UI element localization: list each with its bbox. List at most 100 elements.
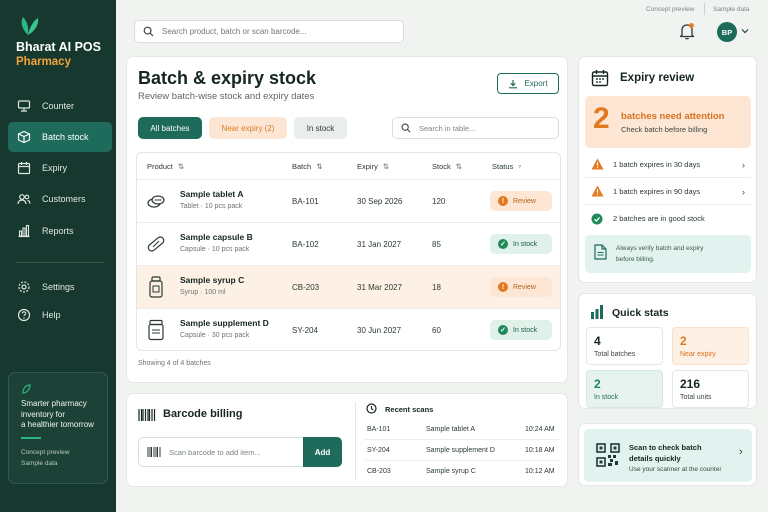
verify-note-line: Always verify batch and expiry	[616, 245, 704, 252]
attention-count: 2	[593, 102, 610, 135]
export-label: Export	[524, 79, 548, 88]
capsule-icon	[147, 236, 165, 252]
sort-icon: ⇅	[455, 161, 463, 171]
table-row[interactable]: Sample capsule B Capsule · 10 pcs pack B…	[137, 222, 560, 265]
help-icon	[16, 307, 32, 323]
sort-icon: ⇅	[382, 161, 390, 171]
status-label: In stock	[513, 240, 538, 248]
expiry-item-text: 1 batch expires in 90 days	[613, 186, 701, 196]
sidebar-item-help[interactable]: Help	[8, 300, 112, 330]
box-icon	[16, 129, 32, 145]
expiry-cell: 30 Sep 2026	[357, 197, 403, 206]
product-desc: Capsule · 30 pcs pack	[180, 332, 250, 339]
search-icon	[401, 123, 411, 133]
warning-icon	[590, 157, 604, 171]
scan-check-card[interactable]: Scan to check batch details quickly Use …	[578, 423, 757, 486]
status-label: In stock	[513, 326, 538, 334]
scan-check-subtext: Use your scanner at the counter	[629, 466, 722, 473]
column-header-expiry[interactable]: Expiry ⇅	[357, 153, 389, 179]
sidebar-item-expiry[interactable]: Expiry	[8, 153, 112, 183]
sidebar-item-reports[interactable]: Reports	[8, 216, 112, 246]
expiry-review-title: Expiry review	[620, 72, 695, 84]
expiry-item: 2 batches are in good stock	[585, 205, 751, 232]
expiry-item[interactable]: 1 batch expires in 90 days ›	[585, 178, 751, 205]
sidebar-item-settings[interactable]: Settings	[8, 272, 112, 302]
stock-cell: 60	[432, 326, 441, 335]
page-subtitle: Review batch-wise stock and expiry dates	[138, 91, 315, 102]
batch-cell: BA-101	[292, 197, 319, 206]
sidebar-item-counter[interactable]: Counter	[8, 91, 112, 121]
chart-icon	[16, 223, 32, 239]
export-button[interactable]: Export	[497, 73, 559, 94]
user-avatar[interactable]: BP	[717, 22, 737, 42]
expiry-cell: 30 Jun 2027	[357, 326, 402, 335]
quick-stats-title: Quick stats	[612, 307, 669, 319]
barcode-input[interactable]: Scan barcode to add item...	[138, 437, 304, 467]
scan-product: Sample supplement D	[426, 447, 495, 454]
syrup-bottle-icon	[149, 276, 163, 298]
promo-accent-bar	[21, 436, 41, 439]
section-divider	[355, 402, 356, 480]
recent-scan-row[interactable]: SY-204 Sample supplement D 10:18 AM	[365, 440, 559, 461]
tab-near-expiry[interactable]: Near expiry (2)	[209, 117, 287, 139]
scan-time: 10:18 AM	[525, 447, 555, 454]
column-header-batch[interactable]: Batch ⇅	[292, 153, 322, 179]
sidebar-divider	[16, 262, 104, 263]
quick-stats-card: Quick stats 4 Total batches 2 Near expir…	[578, 293, 757, 409]
column-header-product[interactable]: Product ⇅	[147, 153, 184, 179]
batch-cell: CB-203	[292, 283, 320, 292]
batch-cell: SY-204	[292, 326, 318, 335]
column-label: Batch	[292, 161, 312, 171]
sidebar-item-batch-stock[interactable]: Batch stock	[8, 122, 112, 152]
chevron-right-icon: ›	[739, 446, 743, 458]
column-header-status[interactable]: Status ▿	[492, 153, 521, 179]
barcode-billing-title: Barcode billing	[163, 408, 243, 420]
verify-note-line: before billing.	[616, 256, 655, 263]
tab-all-batches[interactable]: All batches	[138, 117, 202, 139]
product-desc: Tablet · 10 pcs pack	[180, 203, 243, 210]
expiry-cell: 31 Mar 2027	[357, 283, 402, 292]
table-row[interactable]: Sample syrup C Syrup · 100 ml CB-203 31 …	[137, 265, 560, 308]
sidebar-item-label: Expiry	[42, 163, 68, 173]
sidebar-item-label: Batch stock	[42, 132, 89, 142]
stat-near-expiry: 2 Near expiry	[672, 327, 749, 365]
users-icon	[16, 191, 32, 207]
status-label: Review	[513, 283, 536, 291]
leaf-logo-icon	[21, 17, 39, 35]
expiry-item[interactable]: 1 batch expires in 30 days ›	[585, 151, 751, 178]
scan-check-panel[interactable]: Scan to check batch details quickly Use …	[584, 429, 752, 482]
brand-name: Bharat AI POS	[16, 40, 101, 54]
sidebar-item-label: Settings	[42, 282, 75, 292]
chevron-right-icon: ›	[742, 160, 745, 170]
notification-bell-icon[interactable]	[679, 22, 695, 40]
product-desc: Capsule · 10 pcs pack	[180, 246, 250, 253]
scan-product: Sample tablet A	[426, 426, 476, 433]
brand-subtitle: Pharmacy	[16, 56, 71, 68]
global-search-input[interactable]: Search product, batch or scan barcode...	[134, 20, 404, 43]
batch-table: Product ⇅ Batch ⇅ Expiry ⇅ Stock ⇅ Status ▿ S…	[136, 152, 561, 351]
attention-subtext: Check batch before billing	[621, 125, 708, 134]
expiry-item-text: 1 batch expires in 30 days	[613, 159, 701, 169]
sort-icon: ⇅	[177, 161, 185, 171]
scan-batch: SY-204	[367, 447, 390, 454]
column-header-stock[interactable]: Stock ⇅	[432, 153, 462, 179]
stat-label: In stock	[594, 394, 619, 401]
table-search-input[interactable]: Search in table...	[392, 117, 559, 139]
table-row[interactable]: Sample supplement D Capsule · 30 pcs pac…	[137, 308, 560, 350]
recent-scan-row[interactable]: CB-203 Sample syrup C 10:12 AM	[365, 461, 559, 482]
barcode-billing-card: Barcode billing Scan barcode to add item…	[126, 393, 568, 487]
monitor-icon	[16, 98, 32, 114]
chevron-down-icon[interactable]	[741, 27, 749, 35]
gear-icon	[16, 279, 32, 295]
stat-label: Near expiry	[680, 351, 716, 358]
sidebar-item-customers[interactable]: Customers	[8, 184, 112, 214]
stat-in-stock: 2 In stock	[586, 370, 663, 408]
recent-scan-row[interactable]: BA-101 Sample tablet A 10:24 AM	[365, 419, 559, 440]
add-item-button[interactable]: Add	[303, 437, 342, 467]
promo-text: a healthier tomorrow	[21, 420, 94, 429]
check-circle-icon	[590, 212, 604, 226]
check-icon: ✓	[498, 325, 508, 335]
table-row[interactable]: Sample tablet A Tablet · 10 pcs pack BA-…	[137, 179, 560, 222]
page-title: Batch & expiry stock	[138, 68, 317, 88]
tab-in-stock[interactable]: In stock	[294, 117, 347, 139]
